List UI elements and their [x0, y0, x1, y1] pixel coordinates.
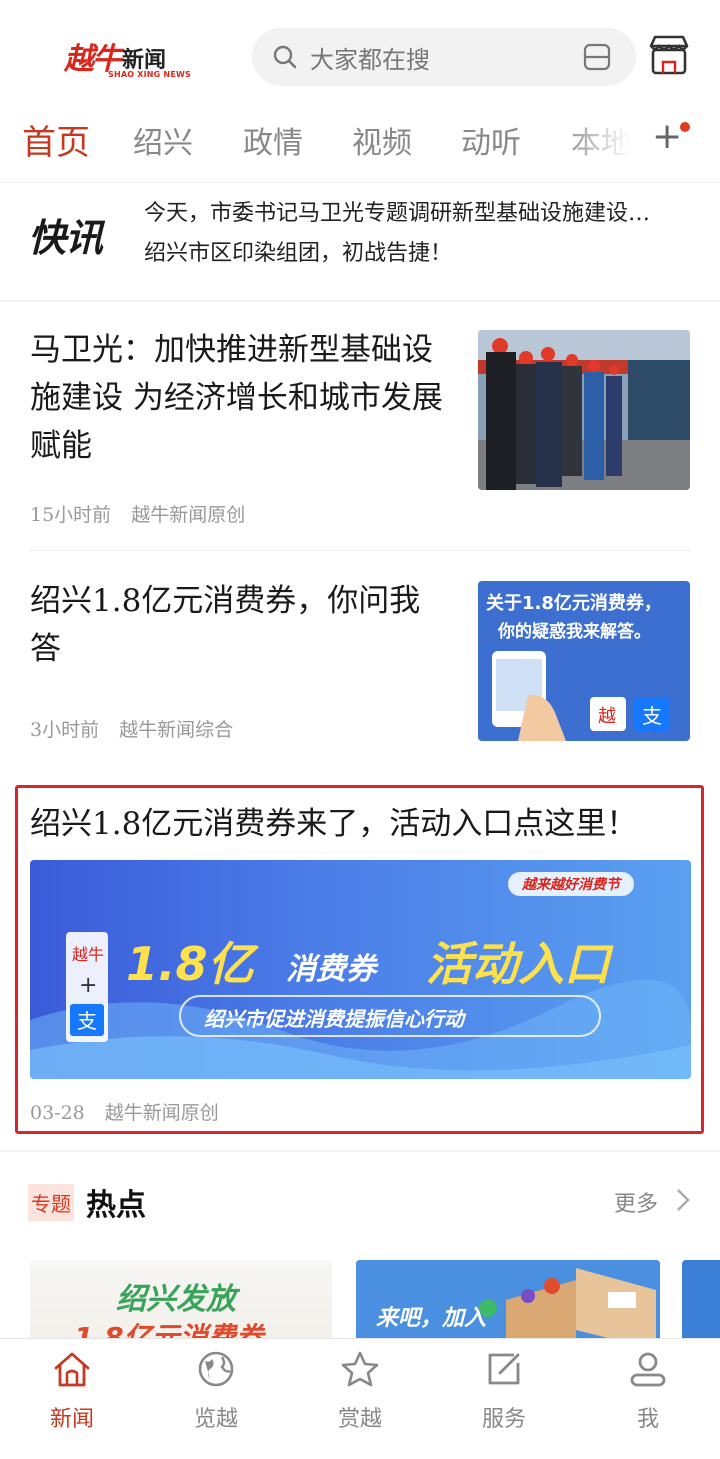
scan-icon[interactable] [582, 42, 612, 72]
article-thumbnail [478, 330, 690, 490]
nav-label: 新闻 [49, 1407, 94, 1432]
article-meta: 3小时前 越牛新闻综合 [30, 715, 253, 742]
topic-card-line2: 1.8亿元消费券 [74, 1321, 264, 1338]
star-icon [341, 1351, 379, 1387]
topic-card[interactable] [682, 1260, 720, 1338]
tab-home[interactable]: 首页 [22, 115, 90, 164]
app-logo[interactable]: 越牛 新闻 SHAO XING NEWS [64, 32, 191, 82]
featured-meta: 03-28 越牛新闻原创 [30, 1098, 239, 1125]
topic-cards: 绍兴发放 1.8亿元消费券 来吧，加入 [0, 1260, 720, 1338]
banner-entry: 活动入口 [426, 937, 610, 991]
search-icon [273, 45, 297, 69]
globe-icon [198, 1351, 234, 1387]
nav-browse[interactable]: 览越 [144, 1339, 288, 1459]
article-divider [28, 550, 692, 551]
article-title: 绍兴1.8亿元消费券，你问我答 [30, 583, 421, 667]
nav-me[interactable]: 我 [576, 1339, 720, 1459]
article-title: 马卫光：加快推进新型基础设施建设 为经济增长和城市发展赋能 [30, 332, 443, 464]
featured-banner[interactable]: 越牛 + 支 越来越好消费节 1.8亿 消费券 活动入口 绍兴市促进消费提振信心… [30, 860, 691, 1079]
svg-text:越牛: 越牛 [72, 945, 104, 964]
nav-service[interactable]: 服务 [432, 1339, 576, 1459]
tab-shaoxing[interactable]: 绍兴 [133, 118, 193, 162]
svg-text:越: 越 [598, 706, 616, 727]
banner-subtitle: 绍兴市促进消费提振信心行动 [204, 1007, 464, 1031]
flash-line-2[interactable]: 绍兴市区印染组团，初战告捷！ [144, 235, 716, 267]
search-placeholder: 大家都在搜 [310, 46, 430, 74]
more-link[interactable]: 更多 [614, 1186, 658, 1218]
article-time: 15小时前 [30, 504, 112, 526]
tab-politics[interactable]: 政情 [243, 118, 303, 162]
add-channel-icon[interactable]: + [652, 116, 682, 157]
banner-amount: 1.8亿 [126, 937, 254, 991]
app-header: 越牛 新闻 SHAO XING NEWS 大家都在搜 [0, 0, 720, 110]
topic-title: 热点 [86, 1188, 146, 1223]
flash-label: 快讯 [28, 216, 103, 260]
notification-dot [680, 122, 690, 132]
article-thumbnail: 关于1.8亿元消费券， 你的疑惑我来解答。 越 支 [478, 581, 690, 741]
section-divider [0, 300, 720, 302]
featured-title[interactable]: 绍兴1.8亿元消费券来了，活动入口点这里！ [30, 798, 637, 843]
user-icon [630, 1352, 666, 1387]
article-time: 3小时前 [30, 719, 100, 741]
article-meta: 15小时前 越牛新闻原创 [30, 500, 265, 527]
flash-news[interactable]: 快讯 今天，市委书记马卫光专题调研新型基础设施建设… 绍兴市区印染组团，初战告捷… [0, 183, 720, 301]
featured-time: 03-28 [30, 1102, 85, 1124]
topic-card[interactable]: 来吧，加入 [356, 1260, 660, 1338]
category-tabs: 首页 绍兴 政情 视频 动听 本地 + [0, 110, 720, 182]
thumb-text-1: 关于1.8亿元消费券， [486, 593, 662, 614]
nav-label: 服务 [481, 1407, 526, 1432]
nav-news[interactable]: 新闻 [0, 1339, 144, 1459]
home-icon [54, 1352, 90, 1387]
topic-section-header: 专题 热点 更多 [0, 1168, 720, 1238]
article-item[interactable]: 绍兴1.8亿元消费券，你问我答 3小时前 越牛新闻综合 关于1.8亿元消费券， 你… [0, 577, 720, 757]
topic-badge: 专题 [28, 1184, 74, 1221]
store-icon[interactable] [646, 32, 692, 78]
svg-text:+: + [79, 973, 97, 998]
thumb-text-2: 你的疑惑我来解答。 [498, 622, 651, 642]
topic-card-line1: 绍兴发放 [116, 1282, 236, 1317]
topic-card[interactable]: 绍兴发放 1.8亿元消费券 [30, 1260, 332, 1338]
tab-video[interactable]: 视频 [352, 118, 412, 162]
article-source: 越牛新闻综合 [119, 719, 234, 741]
tab-audio[interactable]: 动听 [461, 118, 521, 162]
article-source: 越牛新闻原创 [131, 504, 246, 526]
section-divider [0, 1150, 720, 1152]
nav-appreciate[interactable]: 赏越 [288, 1339, 432, 1459]
nav-label: 览越 [193, 1407, 238, 1432]
banner-tag: 越来越好消费节 [508, 872, 634, 896]
nav-label: 赏越 [337, 1407, 382, 1432]
banner-coupon: 消费券 [286, 952, 376, 987]
edit-icon [488, 1353, 520, 1385]
flash-line-1[interactable]: 今天，市委书记马卫光专题调研新型基础设施建设… [144, 195, 716, 227]
tab-fade-overlay [560, 110, 660, 182]
topic-card-line1: 来吧，加入 [376, 1306, 487, 1331]
search-bar[interactable]: 大家都在搜 [252, 28, 636, 86]
featured-source: 越牛新闻原创 [104, 1102, 219, 1124]
svg-text:支: 支 [642, 704, 662, 728]
bottom-nav: 新闻 览越 赏越 服务 我 [0, 1338, 720, 1459]
nav-label: 我 [636, 1407, 659, 1432]
svg-text:支: 支 [77, 1009, 97, 1033]
chevron-right-icon[interactable] [676, 1188, 690, 1212]
article-item[interactable]: 马卫光：加快推进新型基础设施建设 为经济增长和城市发展赋能 15小时前 越牛新闻原… [0, 326, 720, 546]
logo-en-text: SHAO XING NEWS [108, 70, 191, 79]
